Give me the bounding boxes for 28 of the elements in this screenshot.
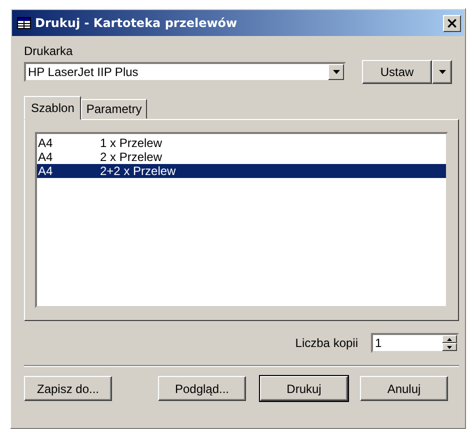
table-icon: [17, 17, 31, 29]
setup-button[interactable]: Ustaw: [362, 60, 432, 84]
tab[interactable]: Szablon: [24, 96, 82, 120]
close-button[interactable]: ×: [443, 14, 461, 32]
format-text: A4: [38, 136, 54, 150]
dropdown-arrow-icon: [438, 70, 446, 74]
printer-dropdown[interactable]: HP LaserJet IIP Plus: [24, 62, 346, 82]
copies-spinner[interactable]: 1: [371, 333, 459, 353]
list-row[interactable]: A4 2 x Przelew: [37, 150, 446, 164]
dropdown-button[interactable]: [432, 60, 452, 84]
format-text: A4: [38, 164, 54, 178]
template-name: 2 x Przelew: [100, 150, 162, 164]
dialog-button[interactable]: Zapisz do...: [24, 376, 112, 401]
list-row[interactable]: A4 1 x Przelew: [37, 136, 446, 150]
down-arrow-icon: [447, 346, 452, 348]
format-text: A4: [38, 150, 54, 164]
template-name: 1 x Przelew: [100, 136, 162, 150]
up-arrow-icon: [447, 338, 452, 340]
dialog-button[interactable]: Drukuj: [260, 376, 348, 401]
dialog-button[interactable]: Podgląd...: [158, 376, 246, 401]
tab[interactable]: Parametry: [81, 99, 147, 119]
list-row[interactable]: A4 2+2 x Przelew: [37, 164, 446, 178]
copies-label: Liczba kopii: [295, 336, 358, 350]
dialog-button[interactable]: Anuluj: [360, 376, 448, 401]
dropdown-arrow-icon: [332, 70, 340, 74]
template-name: 2+2 x Przelew: [100, 164, 176, 178]
window-title: Drukuj - Kartoteka przelewów: [35, 16, 238, 30]
printer-label: Drukarka: [24, 44, 74, 58]
